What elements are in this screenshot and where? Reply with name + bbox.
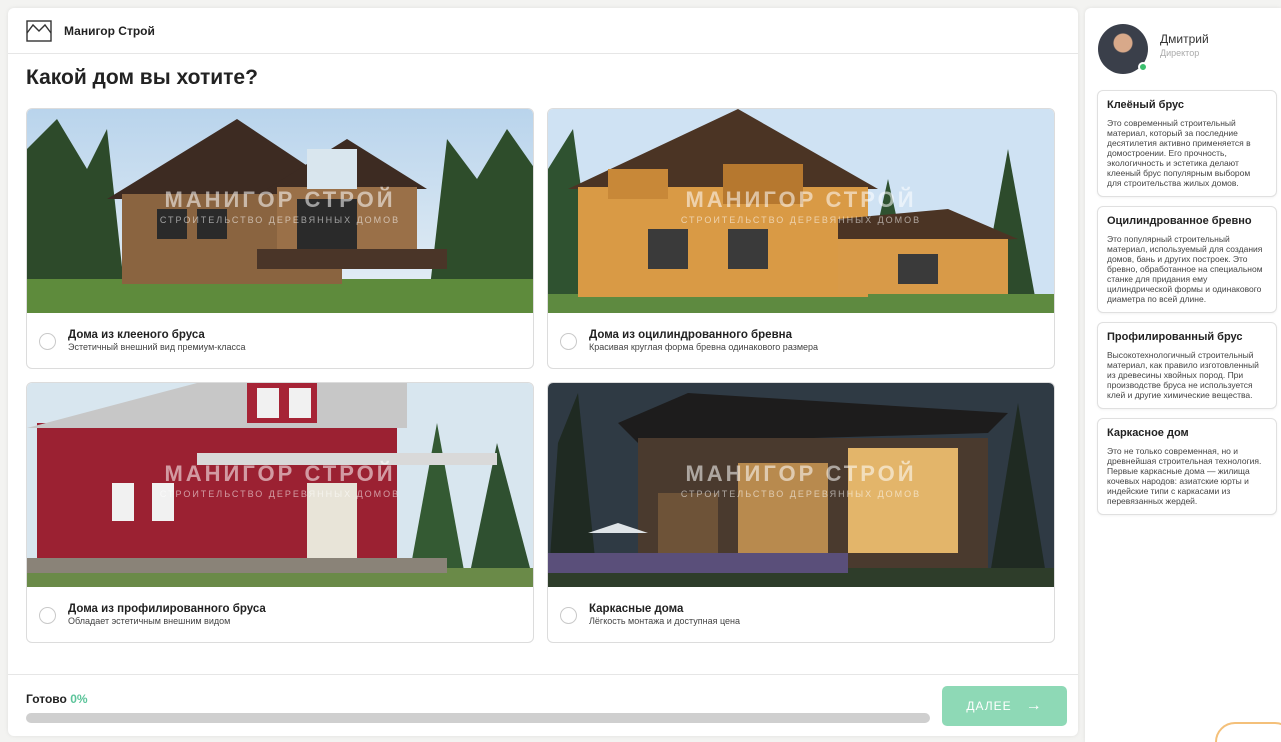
option-radio[interactable]: [39, 332, 56, 350]
tip-card: Каркасное дом Это не только современная,…: [1097, 418, 1277, 515]
option-image-round-log: МАНИГОР СТРОЙ СТРОИТЕЛЬСТВО ДЕРЕВЯННЫХ Д…: [548, 109, 1054, 313]
option-title: Дома из профилированного бруса: [68, 603, 266, 615]
option-image-frame-house: МАНИГОР СТРОЙ СТРОИТЕЛЬСТВО ДЕРЕВЯННЫХ Д…: [548, 383, 1054, 587]
option-image-profiled-timber: МАНИГОР СТРОЙ СТРОИТЕЛЬСТВО ДЕРЕВЯННЫХ Д…: [27, 383, 533, 587]
tip-title: Оцилиндрованное бревно: [1107, 215, 1252, 227]
option-title: Каркасные дома: [589, 603, 684, 615]
chat-widget-bubble[interactable]: [1215, 722, 1281, 742]
house-logo-icon: [26, 19, 52, 42]
option-title: Дома из оцилиндрованного бревна: [589, 329, 792, 341]
tip-card: Профилированный брус Высокотехнологичный…: [1097, 322, 1277, 409]
quiz-header: Манигор Строй: [8, 8, 1078, 54]
option-footer: Дома из клееного бруса Эстетичный внешни…: [27, 313, 533, 368]
tip-title: Каркасное дом: [1107, 427, 1189, 439]
option-image-glued-timber: МАНИГОР СТРОЙ СТРОИТЕЛЬСТВО ДЕРЕВЯННЫХ Д…: [27, 109, 533, 313]
tip-title: Клеёный брус: [1107, 99, 1184, 111]
option-footer: Дома из профилированного бруса Обладает …: [27, 587, 533, 642]
progress-bar: [26, 713, 930, 723]
options-grid: МАНИГОР СТРОЙ СТРОИТЕЛЬСТВО ДЕРЕВЯННЫХ Д…: [26, 108, 1055, 643]
option-card-frame-house[interactable]: МАНИГОР СТРОЙ СТРОИТЕЛЬСТВО ДЕРЕВЯННЫХ Д…: [547, 382, 1055, 643]
tips-list: Клеёный брус Это современный строительны…: [1097, 90, 1277, 524]
tip-text: Это не только современная, но и древнейш…: [1107, 446, 1262, 506]
quiz-app: Манигор Строй Какой дом вы хотите? МАНИГ…: [0, 0, 1281, 742]
next-button[interactable]: ДАЛЕЕ →: [942, 686, 1067, 726]
tip-title: Профилированный брус: [1107, 331, 1243, 343]
manager-name: Дмитрий: [1160, 32, 1209, 46]
option-footer: Дома из оцилиндрованного бревна Красивая…: [548, 313, 1054, 368]
option-card-profiled-timber[interactable]: МАНИГОР СТРОЙ СТРОИТЕЛЬСТВО ДЕРЕВЯННЫХ Д…: [26, 382, 534, 643]
option-radio[interactable]: [560, 332, 577, 350]
tip-text: Высокотехнологичный строительный материа…: [1107, 350, 1259, 400]
manager-card: Дмитрий Директор: [1098, 24, 1209, 74]
option-card-glued-timber[interactable]: МАНИГОР СТРОЙ СТРОИТЕЛЬСТВО ДЕРЕВЯННЫХ Д…: [26, 108, 534, 369]
question-title: Какой дом вы хотите?: [26, 66, 258, 89]
avatar: [1098, 24, 1148, 74]
progress-label: Готово 0%: [26, 692, 88, 706]
option-card-round-log[interactable]: МАНИГОР СТРОЙ СТРОИТЕЛЬСТВО ДЕРЕВЯННЫХ Д…: [547, 108, 1055, 369]
tip-text: Это популярный строительный материал, ис…: [1107, 234, 1263, 304]
online-status-dot: [1138, 62, 1148, 72]
arrow-right-icon: →: [1025, 697, 1043, 714]
tip-card: Оцилиндрованное бревно Это популярный ст…: [1097, 206, 1277, 313]
manager-role: Директор: [1160, 48, 1200, 58]
tip-text: Это современный строительный материал, к…: [1107, 118, 1251, 188]
option-radio[interactable]: [39, 606, 56, 624]
option-subtitle: Красивая круглая форма бревна одинаковог…: [589, 342, 819, 352]
progress-value: 0%: [70, 692, 88, 706]
option-footer: Каркасные дома Лёгкость монтажа и доступ…: [548, 587, 1054, 642]
next-button-label: ДАЛЕЕ: [966, 699, 1012, 713]
manager-sidebar: Дмитрий Директор Клеёный брус Это соврем…: [1085, 8, 1281, 742]
quiz-footer: Готово 0% ДАЛЕЕ →: [8, 674, 1078, 736]
company-name: Манигор Строй: [64, 23, 155, 38]
tip-card: Клеёный брус Это современный строительны…: [1097, 90, 1277, 197]
quiz-panel: Манигор Строй Какой дом вы хотите? МАНИГ…: [8, 8, 1078, 736]
option-subtitle: Лёгкость монтажа и доступная цена: [589, 616, 741, 626]
option-subtitle: Эстетичный внешний вид премиум-класса: [68, 342, 246, 352]
option-radio[interactable]: [560, 606, 577, 624]
option-title: Дома из клееного бруса: [68, 329, 205, 341]
option-subtitle: Обладает эстетичным внешним видом: [68, 616, 231, 626]
